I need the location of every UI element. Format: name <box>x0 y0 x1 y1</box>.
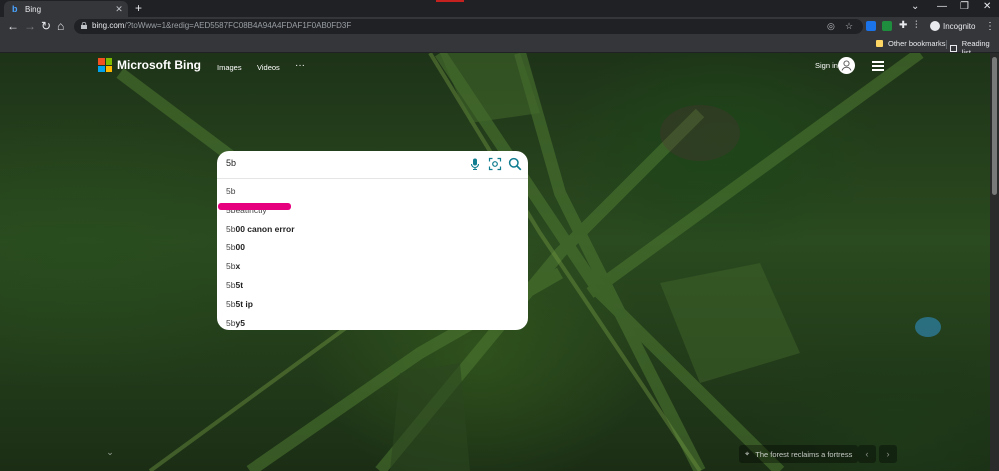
tab-close-icon[interactable]: ✕ <box>114 4 124 15</box>
location-pin-icon: ⌖ <box>745 449 750 458</box>
search-icon[interactable] <box>508 157 522 171</box>
page-scrollbar[interactable] <box>990 53 999 471</box>
restore-icon[interactable]: ❐ <box>960 2 969 12</box>
suggestion-item[interactable]: 5b5t <box>226 280 243 290</box>
hamburger-menu-icon[interactable] <box>872 61 884 73</box>
bookmark-star-icon[interactable]: ☆ <box>845 21 853 32</box>
previous-image-icon[interactable]: ‹ <box>858 445 876 463</box>
sign-in-link[interactable]: Sign in <box>815 61 838 70</box>
microsoft-logo-icon <box>98 58 112 72</box>
user-avatar-icon[interactable] <box>838 57 855 74</box>
microphone-icon[interactable] <box>468 157 482 171</box>
tab-title: Bing <box>25 4 42 14</box>
reading-list-icon <box>950 44 957 52</box>
suggestion-item[interactable]: 5bx <box>226 261 240 271</box>
bing-favicon-icon: b <box>12 3 18 14</box>
scroll-down-chevron-icon[interactable]: ⌄ <box>100 447 120 463</box>
tab-strip: b Bing ✕ + ⌄ — ❐ ✕ <box>0 0 999 17</box>
incognito-icon <box>930 21 940 31</box>
nav-videos[interactable]: Videos <box>257 63 280 72</box>
bing-logo[interactable]: Microsoft Bing <box>98 58 201 72</box>
nav-images[interactable]: Images <box>217 63 242 72</box>
media-control-icon[interactable]: ⫶ <box>915 20 918 32</box>
browser-menu-icon[interactable]: ⋮ <box>985 21 995 32</box>
browser-toolbar: ← → ↻ ⌂ bing.com/?toWww=1&redig=AED5587F… <box>0 17 999 37</box>
tab-bing[interactable]: b Bing ✕ <box>4 1 128 17</box>
green-extension-icon[interactable] <box>882 21 892 31</box>
window-close-icon[interactable]: ✕ <box>983 2 991 12</box>
incognito-indicator[interactable]: Incognito <box>930 21 975 31</box>
image-caption[interactable]: ⌖ The forest reclaims a fortress <box>739 445 859 463</box>
extensions-puzzle-icon[interactable]: ✚ <box>899 20 907 32</box>
other-bookmarks[interactable]: Other bookmarks <box>876 39 946 48</box>
suggestion-item[interactable]: 5by5 <box>226 318 245 328</box>
tab-search-icon[interactable]: ⌄ <box>911 2 919 12</box>
recording-indicator <box>436 0 464 2</box>
minimize-icon[interactable]: — <box>937 2 947 12</box>
search-input[interactable]: 5b <box>226 158 236 168</box>
home-icon[interactable]: ⌂ <box>57 20 64 32</box>
suggestion-item[interactable]: 5b5t ip <box>226 299 253 309</box>
next-image-icon[interactable]: › <box>879 445 897 463</box>
nav-more-icon[interactable]: ··· <box>295 60 305 71</box>
visual-search-icon[interactable] <box>488 157 502 171</box>
scrollbar-thumb[interactable] <box>992 57 997 195</box>
annotation-highlight <box>218 203 291 210</box>
lock-icon <box>81 22 87 29</box>
search-divider <box>217 178 528 179</box>
bing-homepage: Microsoft Bing Images Videos ··· Sign in… <box>0 53 999 471</box>
forward-icon[interactable]: → <box>24 20 36 32</box>
suggestion-item[interactable]: 5b00 <box>226 242 245 252</box>
url-text: bing.com/?toWww=1&redig=AED5587FC08B4A94… <box>92 21 352 30</box>
address-bar[interactable]: bing.com/?toWww=1&redig=AED5587FC08B4A94… <box>74 19 863 34</box>
bookmarks-bar: Other bookmarks Reading list <box>0 37 999 57</box>
folder-icon <box>876 40 883 47</box>
tracking-off-icon[interactable]: ◎ <box>827 21 835 32</box>
search-box: 5b 5b 5beatinctly 5b00 canon error 5b00 … <box>217 151 528 330</box>
suggestion-item[interactable]: 5b00 canon error <box>226 224 295 234</box>
bookmarks-separator <box>946 40 947 49</box>
search-actions <box>468 157 522 171</box>
reload-icon[interactable]: ↻ <box>41 20 51 32</box>
suggestion-item[interactable]: 5b <box>226 186 235 196</box>
back-icon[interactable]: ← <box>7 20 19 32</box>
new-tab-icon[interactable]: + <box>135 2 142 14</box>
download-extension-icon[interactable] <box>866 21 876 31</box>
